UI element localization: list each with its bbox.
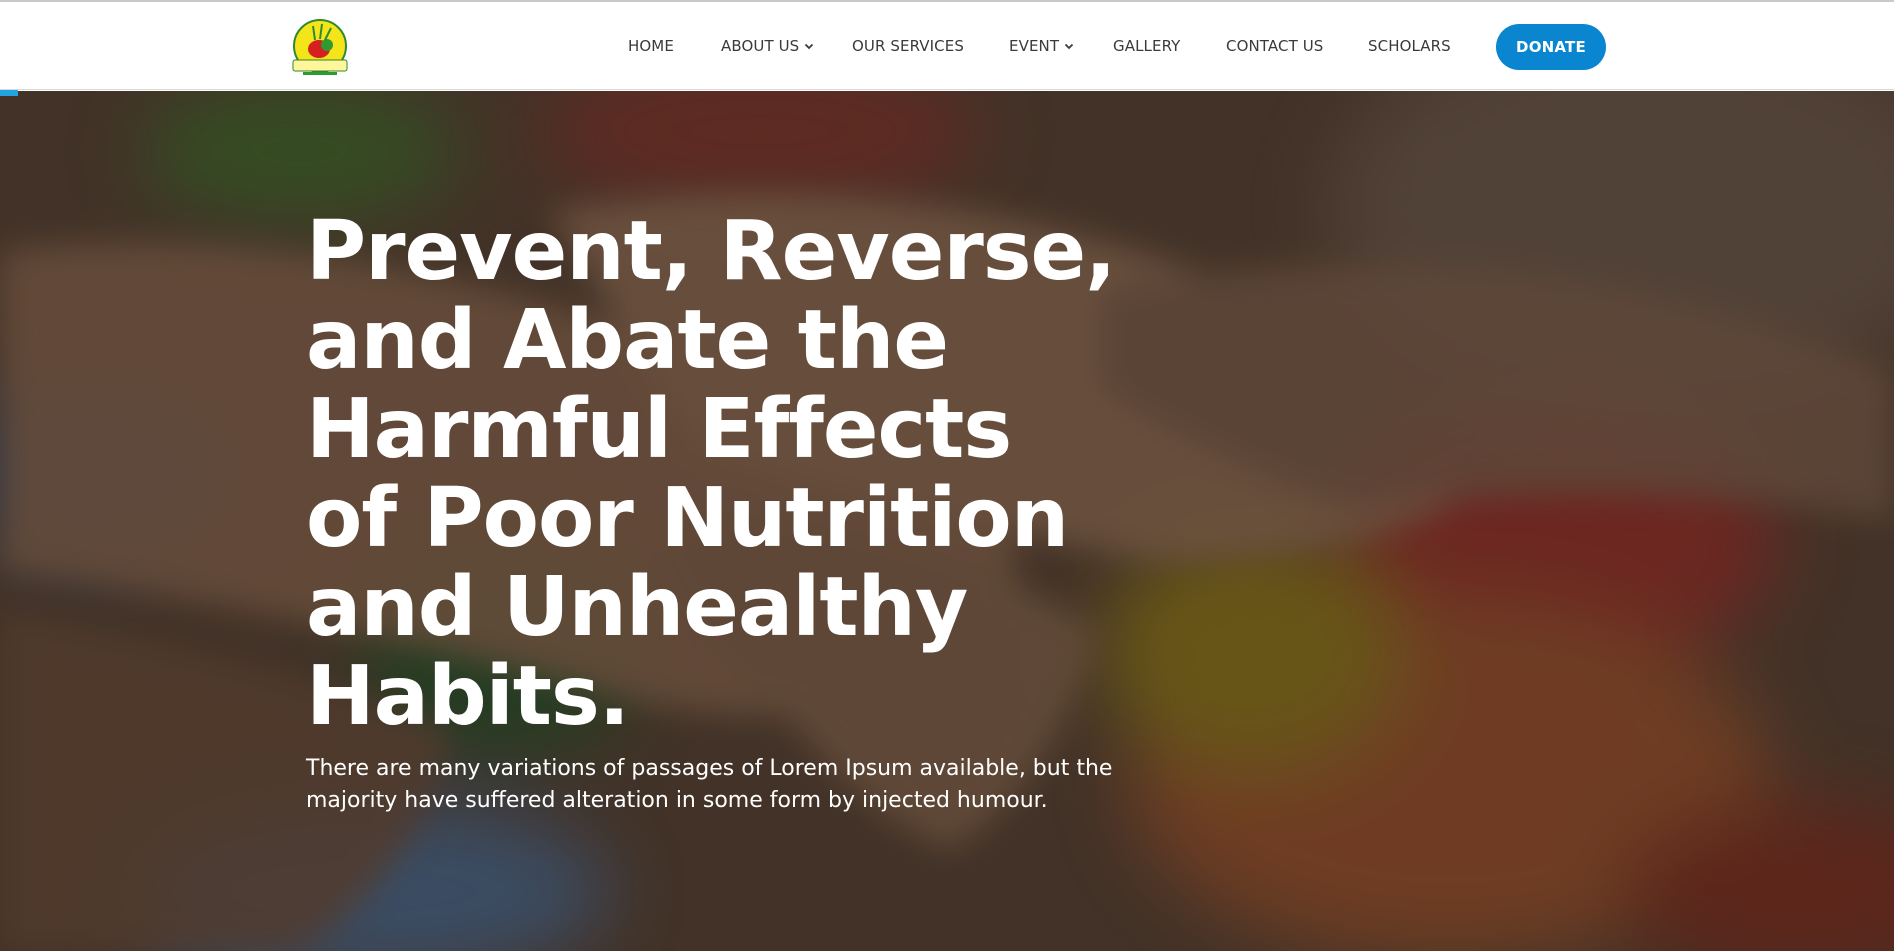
- hero-title-line: of Poor Nutrition: [306, 471, 1069, 566]
- hero-title-line: Harmful Effects: [306, 382, 1012, 477]
- nav-scholars-label: SCHOLARS: [1368, 37, 1451, 55]
- hero-title-line: and Abate the: [306, 293, 949, 388]
- main-nav: HOME ABOUT US OUR SERVICES EVENT GALLERY…: [0, 2, 1894, 90]
- site-header: HOME ABOUT US OUR SERVICES EVENT GALLERY…: [0, 2, 1894, 90]
- hero-description: There are many variations of passages of…: [306, 753, 1166, 817]
- nav-home-label: HOME: [628, 37, 674, 55]
- chevron-down-icon: [1064, 41, 1074, 51]
- hero-title: Prevent, Reverse, and Abate the Harmful …: [306, 207, 1206, 741]
- nav-about-us-label: ABOUT US: [721, 37, 800, 55]
- chevron-down-icon: [804, 41, 814, 51]
- nav-our-services[interactable]: OUR SERVICES: [852, 37, 964, 55]
- nav-about-us[interactable]: ABOUT US: [721, 37, 814, 55]
- hero-title-line: Prevent, Reverse,: [306, 204, 1116, 299]
- nav-gallery-label: GALLERY: [1113, 37, 1181, 55]
- scroll-progress-indicator: [0, 90, 18, 96]
- hero-title-line: and Unhealthy: [306, 560, 968, 655]
- nav-event[interactable]: EVENT: [1009, 37, 1074, 55]
- donate-button[interactable]: DONATE: [1496, 24, 1606, 70]
- nav-gallery[interactable]: GALLERY: [1113, 37, 1180, 55]
- hero-description-line: majority have suffered alteration in som…: [306, 788, 1048, 813]
- hero-banner: Prevent, Reverse, and Abate the Harmful …: [0, 91, 1894, 951]
- hero-title-line: Habits.: [306, 649, 630, 744]
- hero-description-line: There are many variations of passages of…: [306, 756, 1113, 781]
- nav-scholars[interactable]: SCHOLARS: [1368, 37, 1451, 55]
- nav-contact-us[interactable]: CONTACT US: [1226, 37, 1323, 55]
- nav-contact-us-label: CONTACT US: [1226, 37, 1324, 55]
- nav-home[interactable]: HOME: [628, 37, 674, 55]
- nav-event-label: EVENT: [1009, 37, 1060, 55]
- nav-our-services-label: OUR SERVICES: [852, 37, 964, 55]
